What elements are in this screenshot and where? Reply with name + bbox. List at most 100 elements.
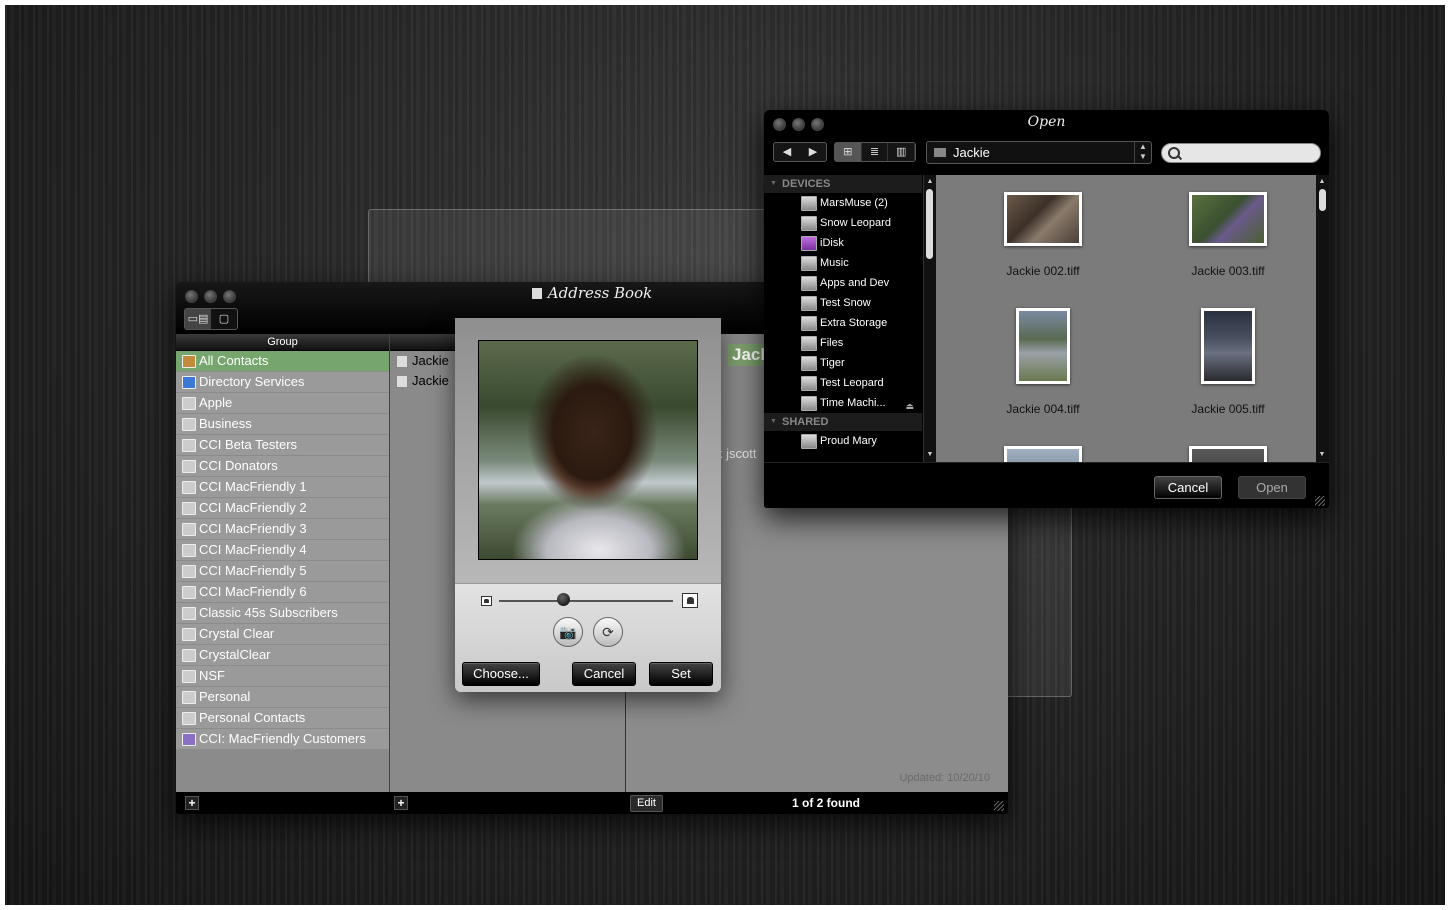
file-item[interactable]: Jackie 005.tiff <box>1153 308 1303 416</box>
view-mode-control: ⊞ ≣ ▥ <box>834 142 916 162</box>
cancel-button[interactable]: Cancel <box>572 662 636 686</box>
source-item[interactable]: iDisk <box>764 233 922 253</box>
network-computer-icon <box>801 434 817 449</box>
source-list-scrollbar[interactable]: ▲ ▼ <box>923 175 936 462</box>
source-item-label: Extra Storage <box>820 317 888 329</box>
zoom-slider-knob[interactable] <box>557 593 571 606</box>
list-view-button[interactable]: ≣ <box>862 143 889 161</box>
file-item[interactable]: Jackie 003.tiff <box>1153 192 1303 278</box>
add-group-button[interactable]: + <box>185 796 199 810</box>
group-item[interactable]: All Contacts <box>176 351 389 371</box>
search-field[interactable] <box>1161 143 1321 163</box>
file-item[interactable]: Jackie 002.tiff <box>968 192 1118 278</box>
file-item[interactable]: Jackie 004.tiff <box>968 308 1118 416</box>
card-email[interactable]: x jscott <box>716 446 756 461</box>
group-item[interactable]: CrystalClear <box>176 645 389 665</box>
location-popup[interactable]: Jackie ▲ ▼ <box>926 141 1152 164</box>
group-icon <box>182 397 196 410</box>
edit-button[interactable]: Edit <box>630 795 663 812</box>
group-item[interactable]: CCI MacFriendly 4 <box>176 540 389 560</box>
group-item[interactable]: CCI MacFriendly 1 <box>176 477 389 497</box>
column-view-button[interactable]: ▥ <box>888 143 916 161</box>
open-button[interactable]: Open <box>1238 476 1306 499</box>
source-item[interactable]: Music <box>764 253 922 273</box>
group-column: Group All Contacts Directory Services Appl… <box>176 334 390 792</box>
effects-button[interactable]: ⟳ <box>593 617 623 647</box>
file-thumbnail <box>1004 446 1082 462</box>
search-icon <box>1168 147 1180 159</box>
group-item-label: CCI MacFriendly 3 <box>199 521 307 536</box>
source-list: DEVICES MarsMuse (2) Snow Leopard iDisk Musi… <box>764 175 922 462</box>
section-header[interactable]: SHARED <box>764 413 922 431</box>
drive-icon <box>801 376 817 391</box>
scroll-thumb[interactable] <box>1319 189 1326 211</box>
source-item-label: Time Machi... <box>820 397 886 409</box>
scroll-down-icon[interactable]: ▼ <box>1316 450 1328 460</box>
resize-grip-icon[interactable] <box>994 801 1004 811</box>
source-item-label: Test Snow <box>820 297 871 309</box>
scroll-down-icon[interactable]: ▼ <box>924 450 936 460</box>
group-item[interactable]: CCI Beta Testers <box>176 435 389 455</box>
scroll-up-icon[interactable]: ▲ <box>1316 177 1328 187</box>
zoom-slider-track[interactable] <box>499 600 673 602</box>
group-item[interactable]: CCI Donators <box>176 456 389 476</box>
source-item[interactable]: Snow Leopard <box>764 213 922 233</box>
source-item-label: Snow Leopard <box>820 217 891 229</box>
group-item[interactable]: CCI MacFriendly 6 <box>176 582 389 602</box>
drive-icon <box>801 276 817 291</box>
view-list-card-button[interactable]: ▭▤ <box>185 309 211 329</box>
group-item[interactable]: Personal Contacts <box>176 708 389 728</box>
group-item[interactable]: CCI MacFriendly 2 <box>176 498 389 518</box>
section-header[interactable]: DEVICES <box>764 175 922 193</box>
camera-button[interactable]: 📷 <box>553 617 583 647</box>
group-icon <box>182 565 196 578</box>
card-icon <box>396 375 408 388</box>
source-item[interactable]: Files <box>764 333 922 353</box>
choose-button[interactable]: Choose... <box>462 662 540 686</box>
group-item[interactable]: CCI MacFriendly 3 <box>176 519 389 539</box>
group-item[interactable]: Apple <box>176 393 389 413</box>
view-card-only-button[interactable]: ▢ <box>211 309 237 329</box>
forward-button[interactable]: ▶ <box>800 143 826 161</box>
group-item[interactable]: Directory Services <box>176 372 389 392</box>
document-icon <box>531 288 542 299</box>
resize-grip-icon[interactable] <box>1315 496 1325 506</box>
file-item[interactable] <box>968 446 1118 462</box>
file-thumbnail <box>1004 192 1082 246</box>
source-item[interactable]: Test Snow <box>764 293 922 313</box>
scroll-thumb[interactable] <box>926 189 933 259</box>
group-item-label: Apple <box>199 395 233 410</box>
file-browser-scrollbar[interactable]: ▲ ▼ <box>1316 175 1329 462</box>
source-item-label: Tiger <box>820 357 845 369</box>
group-item[interactable]: Business <box>176 414 389 434</box>
picture-controls: 📷 ⟳ Choose... Cancel Set <box>455 583 721 692</box>
directory-icon <box>182 376 196 389</box>
source-item[interactable]: Test Leopard <box>764 373 922 393</box>
set-button[interactable]: Set <box>649 662 713 686</box>
contact-photo[interactable] <box>478 340 698 560</box>
dialog-title: Open <box>1027 114 1066 130</box>
file-item[interactable] <box>1153 446 1303 462</box>
drive-icon <box>801 316 817 331</box>
scroll-up-icon[interactable]: ▲ <box>924 177 936 187</box>
source-item[interactable]: MarsMuse (2) <box>764 193 922 213</box>
group-item-label: CCI: MacFriendly Customers <box>199 731 366 746</box>
cancel-button[interactable]: Cancel <box>1154 476 1222 499</box>
group-item[interactable]: Classic 45s Subscribers <box>176 603 389 623</box>
source-item[interactable]: Tiger <box>764 353 922 373</box>
group-item-label: Classic 45s Subscribers <box>199 605 338 620</box>
group-item[interactable]: NSF <box>176 666 389 686</box>
search-input[interactable] <box>1182 145 1316 161</box>
source-item[interactable]: Time Machi... ⏏ <box>764 393 922 413</box>
source-item[interactable]: Extra Storage <box>764 313 922 333</box>
source-item[interactable]: Apps and Dev <box>764 273 922 293</box>
picture-backdrop <box>455 318 721 583</box>
icon-view-button[interactable]: ⊞ <box>835 143 862 161</box>
source-item[interactable]: Proud Mary <box>764 431 922 451</box>
group-item[interactable]: Personal <box>176 687 389 707</box>
group-item[interactable]: CCI: MacFriendly Customers <box>176 729 389 749</box>
back-button[interactable]: ◀ <box>774 143 800 161</box>
group-item[interactable]: Crystal Clear <box>176 624 389 644</box>
add-contact-button[interactable]: + <box>394 796 408 810</box>
group-item[interactable]: CCI MacFriendly 5 <box>176 561 389 581</box>
